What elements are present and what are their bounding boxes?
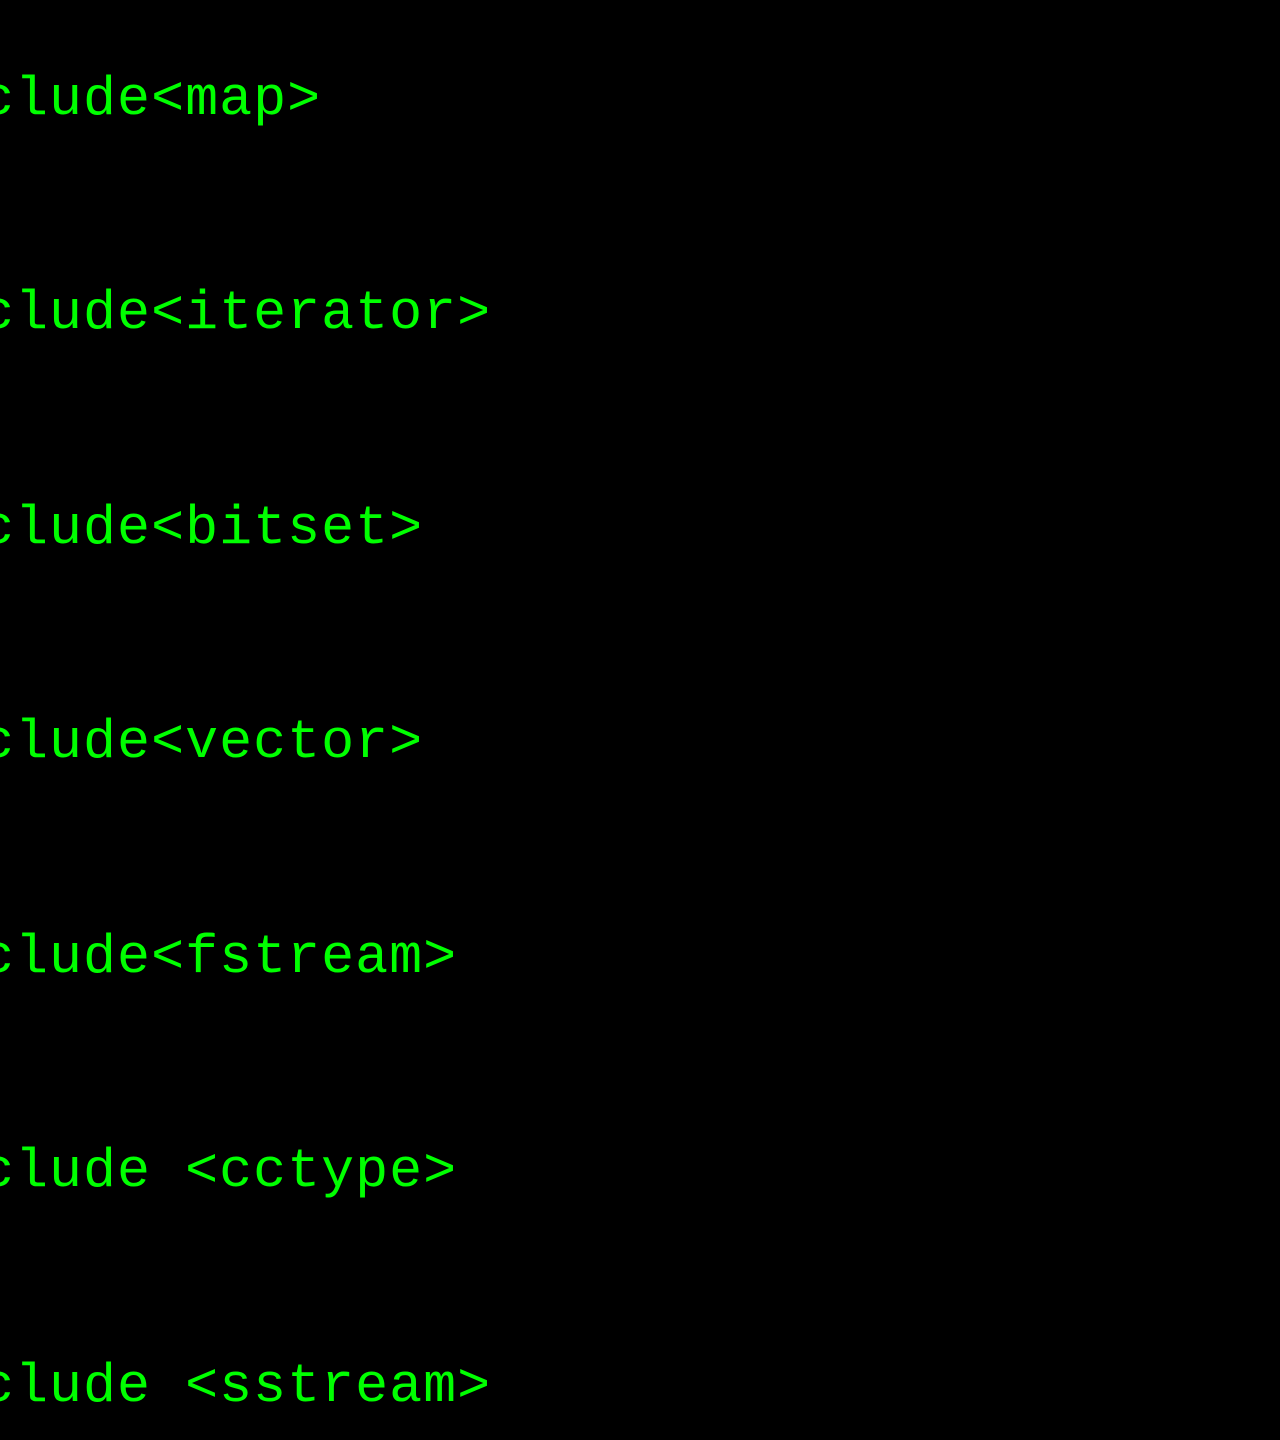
code-line: clude<iterator> — [0, 207, 1125, 422]
include-directive: clude <sstream> — [0, 1355, 491, 1418]
code-editor-viewport[interactable]: clude<map> clude<iterator> clude<bitset>… — [0, 0, 1125, 1440]
code-line: clude <cctype> — [0, 1065, 1125, 1280]
include-directive: clude<fstream> — [0, 926, 457, 989]
code-line: clude<map> — [0, 0, 1125, 207]
code-line: clude<fstream> — [0, 850, 1125, 1065]
include-directive: clude <cctype> — [0, 1140, 457, 1203]
include-directive: clude<vector> — [0, 711, 423, 774]
include-directive: clude<map> — [0, 68, 321, 131]
code-line: clude<vector> — [0, 636, 1125, 851]
include-directive: clude<iterator> — [0, 282, 491, 345]
include-directive: clude<bitset> — [0, 497, 423, 560]
code-line: clude<bitset> — [0, 421, 1125, 636]
code-line: clude <sstream> — [0, 1279, 1125, 1440]
